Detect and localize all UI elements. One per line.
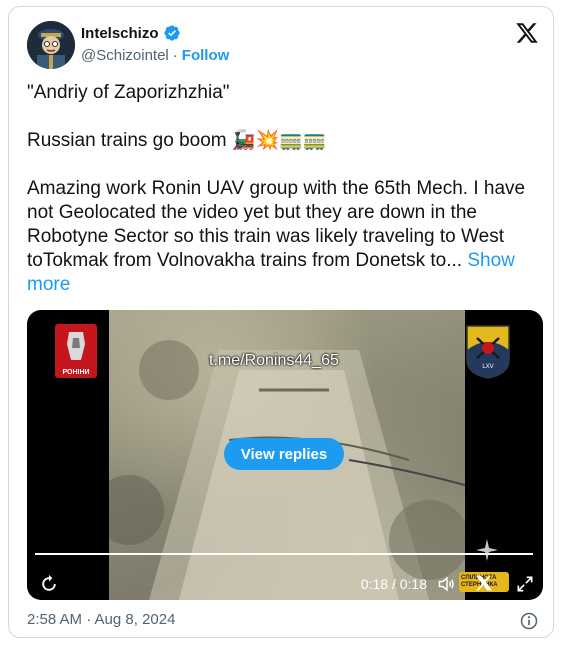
- tweet-card: Intelschizo @Schizointel · Follow "Andri…: [8, 6, 554, 638]
- author-block: Intelschizo @Schizointel · Follow: [81, 23, 230, 65]
- verified-badge-icon: [163, 25, 180, 41]
- author-name[interactable]: Intelschizo: [81, 25, 159, 42]
- replay-icon[interactable]: [39, 574, 59, 594]
- expand-icon[interactable]: [515, 574, 535, 594]
- x-watermark-icon: [475, 575, 493, 591]
- tweet-body-text: Amazing work Ronin UAV group with the 65…: [27, 178, 526, 271]
- video-time: 0:18 / 0:18: [360, 576, 427, 592]
- compass-mark-icon: [476, 539, 498, 561]
- tweet-text: "Andriy of Zaporizhzhia" Russian trains …: [27, 81, 537, 297]
- avatar[interactable]: [27, 21, 75, 69]
- tweet-timestamp[interactable]: 2:58 AM · Aug 8, 2024: [27, 611, 175, 628]
- brigade-logo-text: LXV: [482, 364, 494, 370]
- video-watermark: t.me/Ronins44_65: [209, 352, 339, 369]
- tweet-line-quote: "Andriy of Zaporizhzhia": [27, 82, 230, 103]
- follow-button[interactable]: Follow: [182, 47, 230, 64]
- author-handle[interactable]: @Schizointel: [81, 47, 169, 64]
- video-player[interactable]: РОНІНИ LXV t.me/Ronins44_65 View replies…: [27, 310, 543, 600]
- view-replies-button[interactable]: View replies: [224, 438, 344, 470]
- brigade-logo: LXV: [463, 324, 513, 380]
- x-logo-icon[interactable]: [515, 21, 539, 45]
- info-icon[interactable]: [519, 611, 539, 631]
- separator-dot: ·: [172, 47, 178, 64]
- video-progress-bar[interactable]: [35, 553, 533, 555]
- ronin-logo: РОНІНИ: [55, 324, 97, 378]
- tweet-body: Amazing work Ronin UAV group with the 65…: [27, 177, 537, 297]
- ronin-logo-text: РОНІНИ: [62, 369, 90, 376]
- tweet-line-headline: Russian trains go boom 🚂💥🚃🚃: [27, 130, 327, 151]
- volume-icon[interactable]: [437, 574, 457, 594]
